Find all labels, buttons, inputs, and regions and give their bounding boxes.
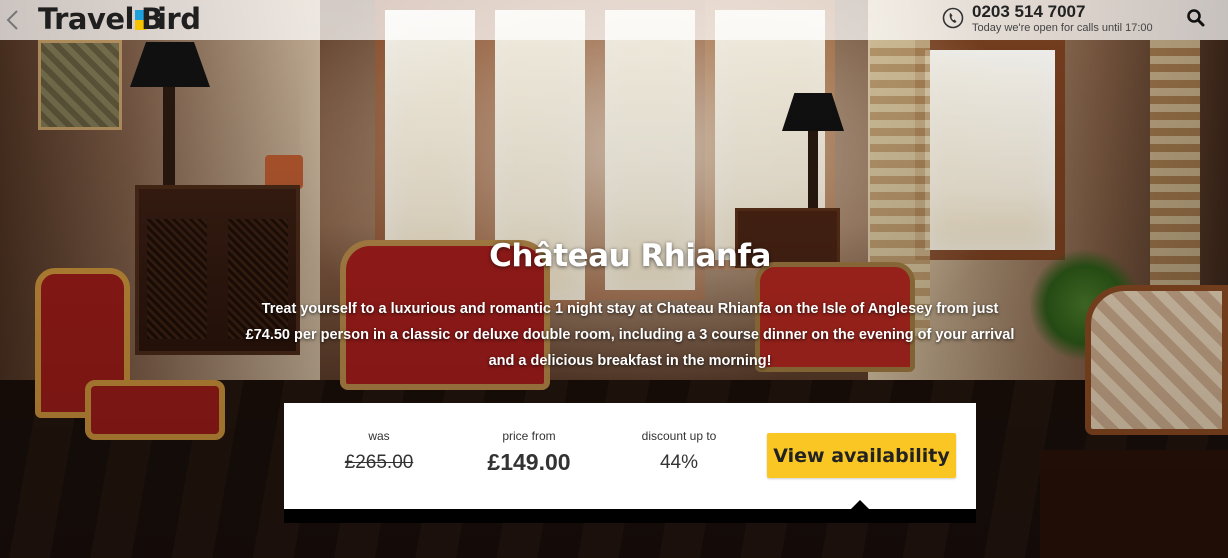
- current-price: £149.00: [487, 449, 571, 475]
- search-icon[interactable]: [1186, 8, 1206, 28]
- price-box-bottom-bar: [284, 509, 976, 523]
- offer-description: Treat yourself to a luxurious and romant…: [245, 301, 1015, 369]
- logo-text: Travel: [38, 2, 134, 36]
- phone-hours: Today we're open for calls until 17:00: [972, 22, 1153, 34]
- view-availability-button[interactable]: View availability: [767, 433, 956, 478]
- travelbird-logo[interactable]: Travel B ird: [38, 2, 201, 36]
- was-label: was: [368, 429, 390, 443]
- page-title: Château Rhianfa: [489, 238, 771, 274]
- phone-icon: [942, 7, 964, 29]
- chevron-left-icon[interactable]: [4, 8, 22, 32]
- logo-b-mark: B: [134, 2, 163, 36]
- current-price-column: price from £149.00: [464, 403, 594, 509]
- discount-value: 44%: [659, 452, 699, 473]
- discount-label: discount up to: [641, 429, 717, 443]
- logo-text-end: ird: [156, 2, 201, 36]
- was-price: £265.00: [344, 452, 414, 473]
- was-price-column: was £265.00: [324, 403, 434, 509]
- phone-number[interactable]: 0203 514 7007: [972, 2, 1085, 22]
- price-from-label: price from: [502, 429, 556, 443]
- site-header: Travel B ird 0203 514 7007 Today we're o…: [0, 0, 1228, 40]
- pointer-triangle: [851, 500, 869, 509]
- price-box: was £265.00 price from £149.00 discount …: [284, 403, 976, 509]
- discount-column: discount up to 44%: [624, 403, 734, 509]
